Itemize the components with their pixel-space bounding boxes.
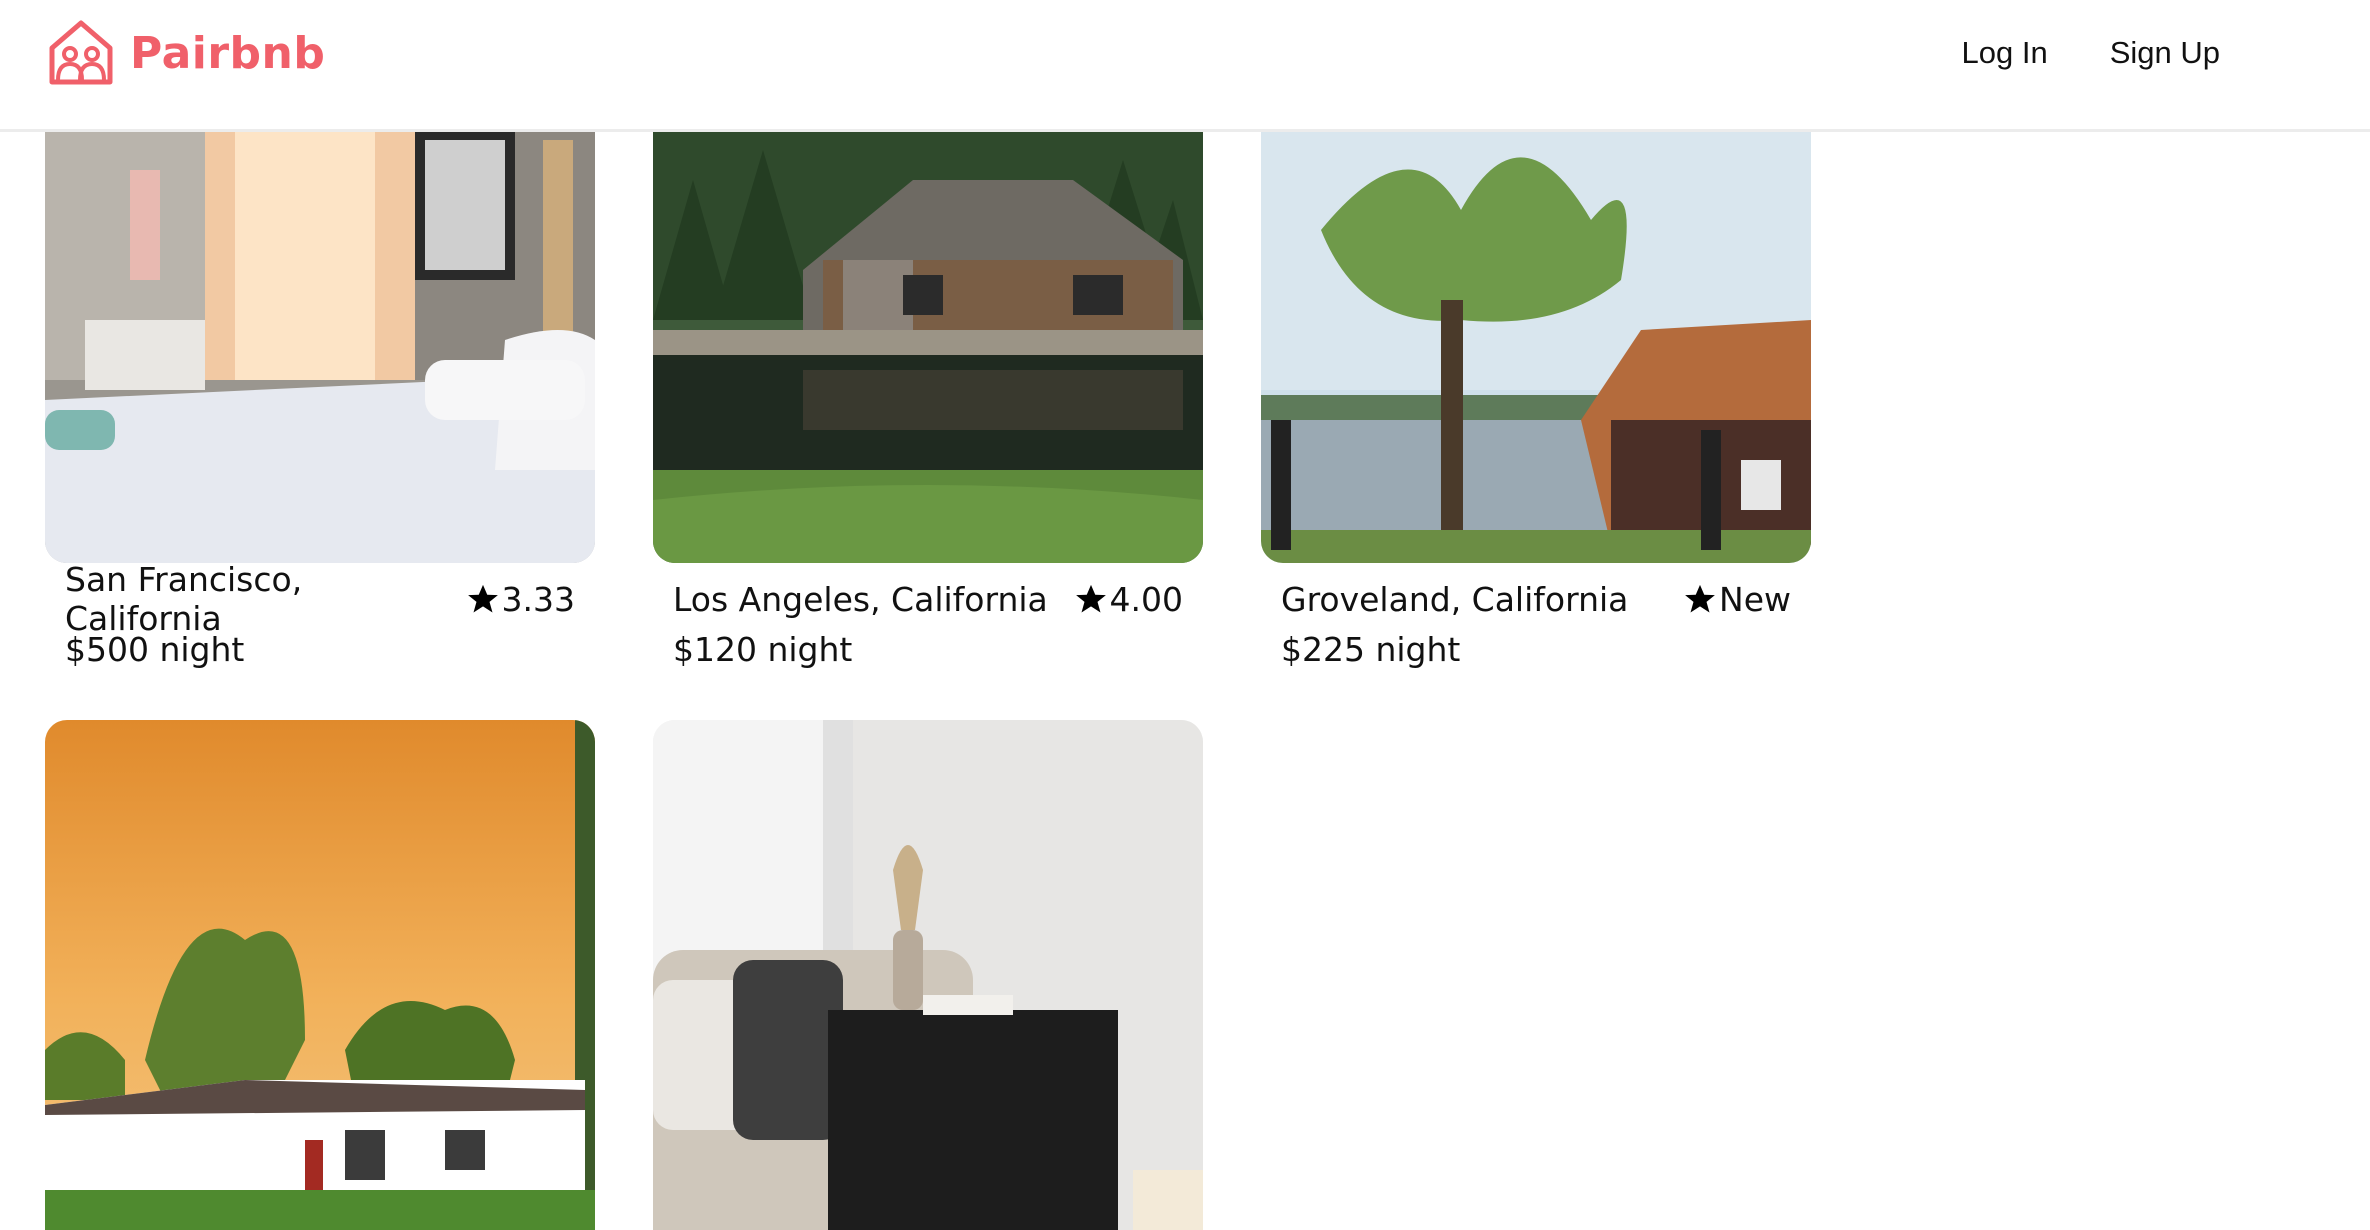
top-header: Pairbnb Log In Sign Up (0, 0, 2370, 132)
star-icon (467, 584, 498, 613)
brand-logo-link[interactable]: Pairbnb (46, 18, 325, 88)
listing-price: $120 night (673, 630, 853, 669)
listing-rating: New (1683, 580, 1791, 619)
listing-rating: 3.33 (466, 580, 575, 619)
rating-value: 3.33 (501, 579, 575, 619)
page: Pairbnb Log In Sign Up San Francisco, Ca… (0, 0, 2370, 1230)
listing-title: Groveland, California (1281, 579, 1629, 619)
signup-link[interactable]: Sign Up (2110, 35, 2220, 71)
listing-rating: 4.00 (1074, 580, 1183, 619)
house-people-icon (46, 18, 116, 88)
login-link[interactable]: Log In (1962, 35, 2048, 71)
star-icon (1685, 584, 1715, 613)
listing-card[interactable] (653, 720, 1203, 1230)
living-room-sofa-photo[interactable] (653, 720, 1203, 1230)
brand-name: Pairbnb (130, 27, 326, 79)
rating-value: 4.00 (1109, 579, 1183, 619)
rating-value: New (1719, 579, 1791, 619)
listing-title: Los Angeles, California (673, 579, 1048, 619)
star-icon (1075, 584, 1106, 613)
listing-title: San Francisco, California (65, 560, 303, 638)
suburban-house-sunset-photo[interactable] (45, 720, 595, 1230)
listing-card[interactable] (45, 720, 595, 1230)
listing-price: $225 night (1281, 630, 1461, 669)
header-nav: Log In Sign Up (1962, 30, 2221, 76)
